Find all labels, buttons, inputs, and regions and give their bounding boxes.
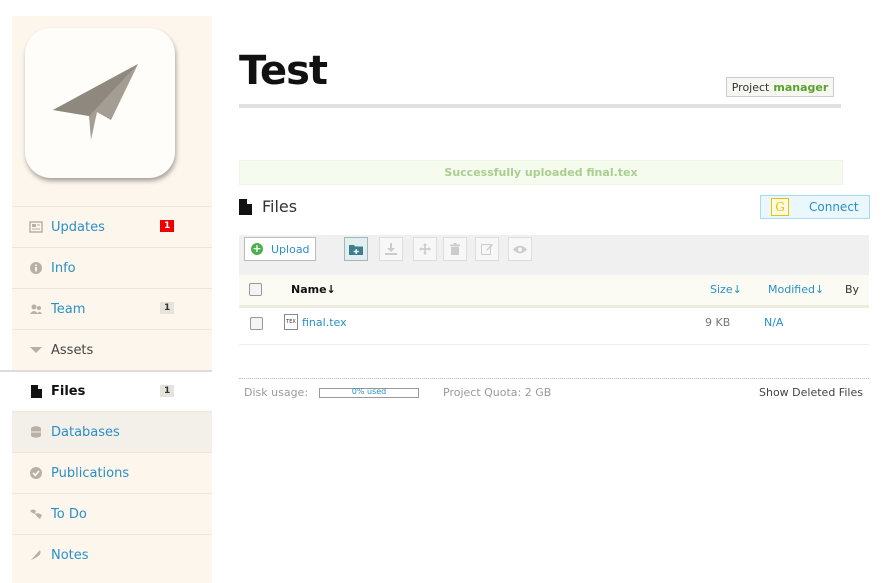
move-icon xyxy=(419,243,431,255)
updates-count-badge: 1 xyxy=(160,220,175,232)
move-button[interactable] xyxy=(413,237,437,261)
column-size[interactable]: Size↓ xyxy=(710,283,742,296)
role-badge: Project manager xyxy=(726,77,834,97)
files-heading: Files xyxy=(239,197,297,216)
tex-file-icon: TEX xyxy=(284,314,298,330)
column-modified[interactable]: Modified↓ xyxy=(768,283,824,296)
sidebar-item-databases[interactable]: Databases xyxy=(12,411,212,452)
team-count-badge: 1 xyxy=(160,302,175,314)
role-name: manager xyxy=(773,80,829,94)
sidebar-item-info[interactable]: Info xyxy=(12,247,212,288)
sidebar-item-label: To Do xyxy=(51,506,87,522)
feather-icon xyxy=(29,548,43,562)
column-name[interactable]: Name↓ xyxy=(291,283,336,296)
new-folder-button[interactable] xyxy=(344,237,368,261)
sidebar-item-team[interactable]: Team 1 xyxy=(12,288,212,329)
updates-icon xyxy=(29,220,43,234)
sidebar-item-assets[interactable]: Assets xyxy=(12,329,212,370)
column-by: By xyxy=(845,283,860,296)
sidebar-item-updates[interactable]: Updates 1 xyxy=(12,206,212,247)
files-toolbar: + Upload xyxy=(239,235,869,275)
sidebar-item-todo[interactable]: To Do xyxy=(12,493,212,534)
database-icon xyxy=(29,425,43,439)
page-title: Test xyxy=(239,48,328,94)
sidebar-item-notes[interactable]: Notes xyxy=(12,534,212,575)
sidebar-nav: Updates 1 Info Team 1 Assets Files 1 Dat… xyxy=(0,206,212,575)
sidebar-item-label: Info xyxy=(51,260,76,276)
edit-icon xyxy=(481,244,493,255)
select-all-checkbox[interactable] xyxy=(249,283,262,296)
project-quota: Project Quota: 2 GB xyxy=(443,386,552,399)
edit-button[interactable] xyxy=(475,237,499,261)
disk-usage-bar: 0% used xyxy=(319,386,420,398)
upload-button[interactable]: + Upload xyxy=(244,237,316,261)
sidebar-item-label: Assets xyxy=(51,342,94,358)
files-heading-text: Files xyxy=(262,197,298,216)
sidebar-item-label: Files xyxy=(51,384,86,399)
file-icon xyxy=(239,198,252,215)
file-name-link[interactable]: final.tex xyxy=(302,316,347,329)
folder-plus-icon xyxy=(349,244,363,255)
delete-button[interactable] xyxy=(443,237,467,261)
disk-usage-value: 0% used xyxy=(351,386,387,396)
file-size: 9 KB xyxy=(705,316,731,329)
upload-label: Upload xyxy=(271,242,310,256)
team-icon xyxy=(29,302,43,316)
info-icon xyxy=(29,261,43,275)
download-icon xyxy=(385,243,397,255)
todo-icon xyxy=(29,507,43,521)
sidebar-item-label: Team xyxy=(51,301,86,317)
connect-label: Connect xyxy=(809,200,859,214)
files-count-badge: 1 xyxy=(160,385,175,397)
project-logo[interactable] xyxy=(25,28,175,178)
plus-icon: + xyxy=(251,242,263,255)
preview-button[interactable] xyxy=(508,237,532,261)
footer-divider xyxy=(239,378,869,379)
sidebar-item-files[interactable]: Files 1 xyxy=(0,370,212,411)
connect-google-button[interactable]: G Connect xyxy=(760,195,870,219)
file-table-header: Name↓ Size↓ Modified↓ By xyxy=(239,275,869,308)
sidebar: Updates 1 Info Team 1 Assets Files 1 Dat… xyxy=(0,16,212,583)
show-deleted-files-link[interactable]: Show Deleted Files xyxy=(759,386,863,399)
disk-usage: Disk usage: 0% used xyxy=(244,386,420,399)
paper-plane-icon xyxy=(53,64,138,140)
sidebar-item-label: Publications xyxy=(51,465,130,481)
table-row: TEX final.tex 9 KB N/A xyxy=(239,308,869,345)
sidebar-item-label: Notes xyxy=(51,547,89,563)
download-button[interactable] xyxy=(379,237,403,261)
title-divider xyxy=(239,104,841,108)
google-drive-icon: G xyxy=(771,198,789,216)
sidebar-item-label: Updates xyxy=(51,219,105,235)
trash-icon xyxy=(450,243,460,255)
check-circle-icon xyxy=(29,466,43,480)
role-prefix: Project xyxy=(731,80,770,94)
file-modified: N/A xyxy=(764,316,784,329)
chevron-down-icon xyxy=(29,343,43,357)
file-icon xyxy=(29,385,43,399)
sidebar-item-publications[interactable]: Publications xyxy=(12,452,212,493)
row-checkbox[interactable] xyxy=(250,317,263,330)
sidebar-item-label: Databases xyxy=(51,424,120,440)
disk-usage-label: Disk usage: xyxy=(244,386,309,399)
success-notice: Successfully uploaded final.tex xyxy=(239,160,843,185)
eye-icon xyxy=(513,245,527,253)
